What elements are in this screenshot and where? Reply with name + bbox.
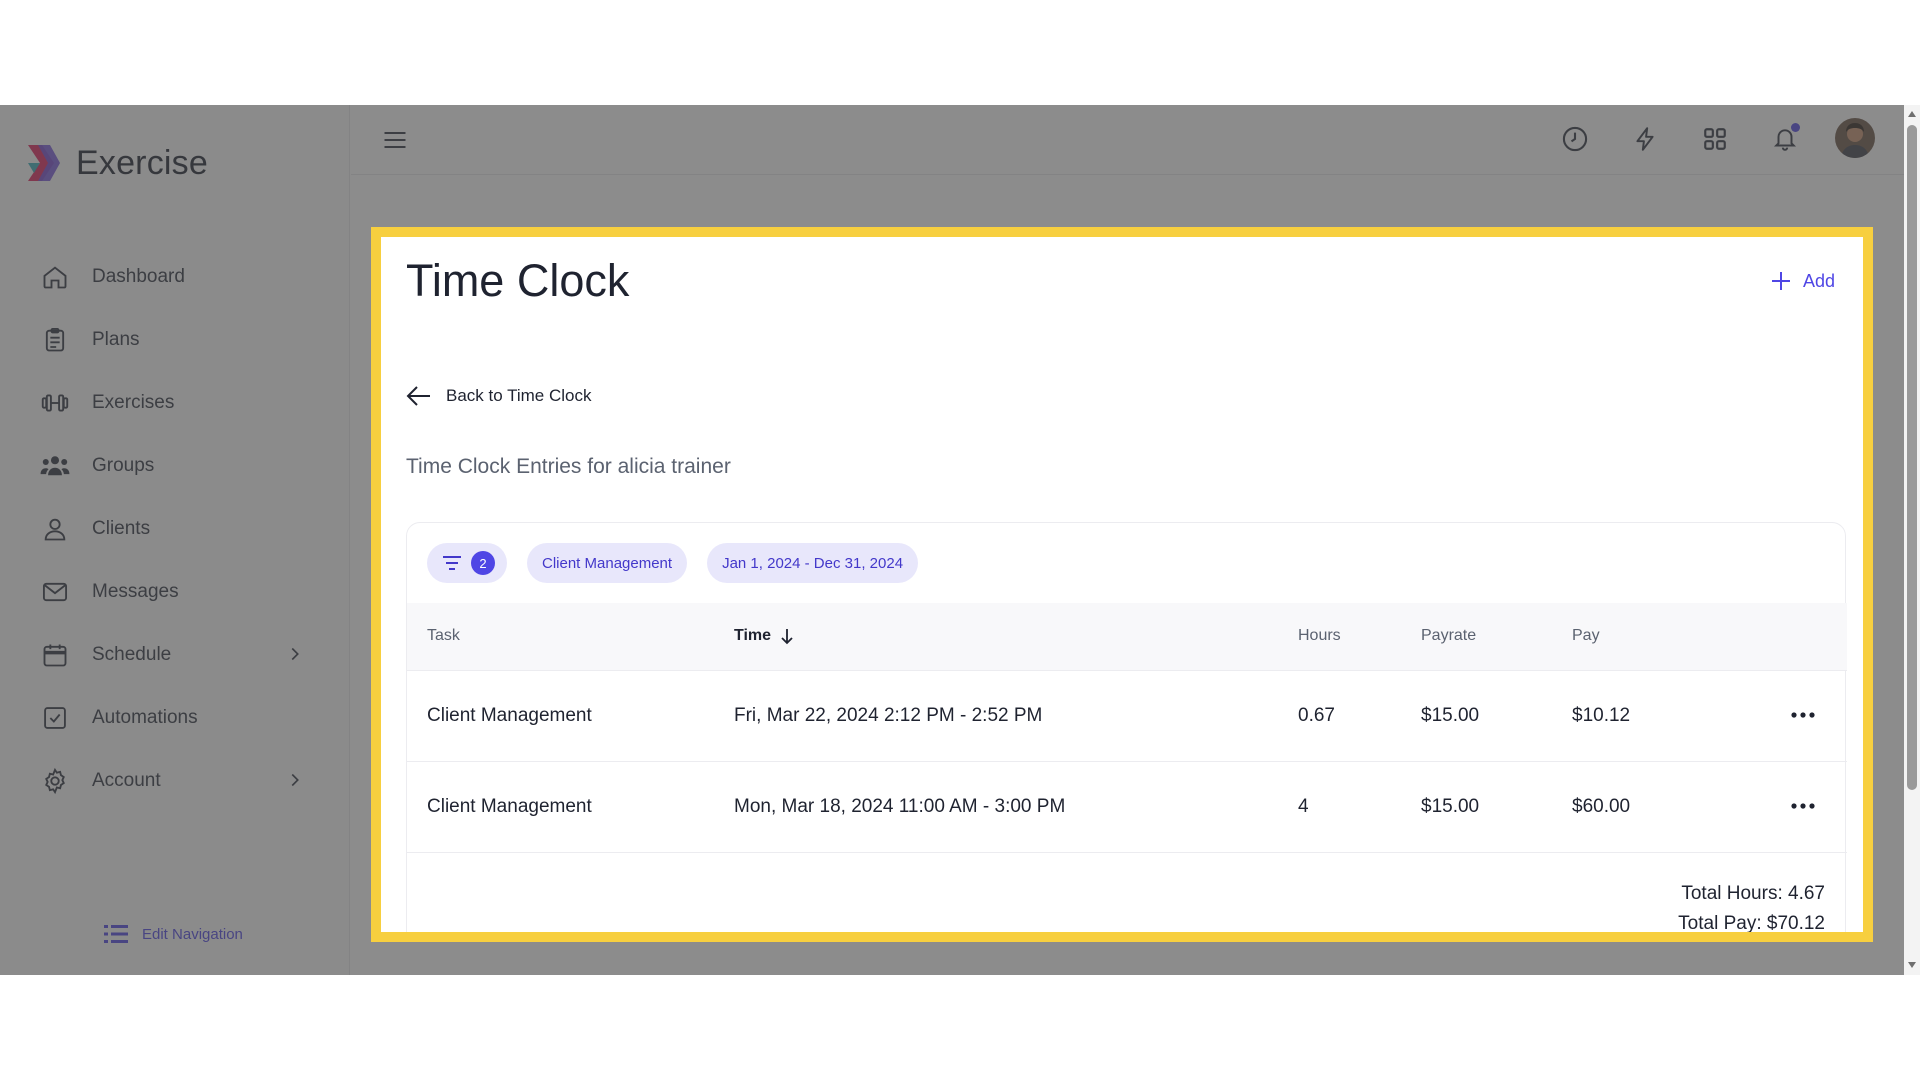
sidebar-item-label: Schedule [92, 643, 172, 665]
sidebar-item-exercises[interactable]: Exercises [0, 371, 350, 434]
bell-icon[interactable] [1769, 123, 1801, 155]
sidebar-item-label: Dashboard [92, 265, 185, 287]
entries-table-card: 2 Client Management Jan 1, 2024 - Dec 31… [406, 522, 1847, 934]
table-header: Task Time Hours Payrate Pay [407, 603, 1847, 671]
column-header-task[interactable]: Task [427, 627, 460, 645]
total-hours: Total Hours: 4.67 [1681, 883, 1825, 904]
sidebar-item-label: Clients [92, 517, 151, 539]
total-pay: Total Pay: $70.12 [1678, 913, 1825, 934]
dumbbell-icon [40, 388, 70, 418]
scrollbar[interactable] [1904, 105, 1920, 975]
checkbox-icon [40, 703, 70, 733]
back-label: Back to Time Clock [446, 386, 592, 405]
list-icon [104, 925, 128, 943]
sidebar-item-plans[interactable]: Plans [0, 308, 350, 371]
clock-icon[interactable] [1559, 123, 1591, 155]
more-options-icon[interactable] [1790, 705, 1816, 725]
cell-hours: 4 [1298, 796, 1309, 817]
sidebar-item-label: Account [92, 769, 161, 791]
column-header-payrate[interactable]: Payrate [1421, 627, 1476, 645]
sidebar-item-label: Groups [92, 454, 155, 476]
filter-count-badge: 2 [471, 551, 495, 575]
topbar [351, 105, 1904, 175]
more-options-icon[interactable] [1790, 796, 1816, 816]
filter-icon [443, 556, 461, 570]
gear-icon [40, 766, 70, 796]
cell-task: Client Management [427, 796, 592, 817]
logo[interactable]: Exercise [24, 143, 208, 183]
users-icon [40, 451, 70, 481]
sort-arrow-down-icon [781, 629, 793, 645]
sidebar-item-schedule[interactable]: Schedule [0, 623, 350, 686]
page-title: Time Clock [406, 255, 630, 306]
chevron-right-icon[interactable] [284, 769, 306, 791]
edit-navigation-label: Edit Navigation [142, 925, 243, 943]
chevron-right-icon[interactable] [284, 643, 306, 665]
app-name: Exercise [76, 143, 208, 182]
table-row[interactable]: Client Management Mon, Mar 18, 2024 11:0… [407, 762, 1847, 853]
column-header-time-label: Time [734, 627, 772, 644]
totals-summary: Total Hours: 4.67 Total Pay: $70.12 [1678, 879, 1825, 934]
add-button[interactable]: Add [1769, 269, 1835, 293]
scroll-up-arrow-icon[interactable] [1907, 109, 1917, 119]
sidebar-item-clients[interactable]: Clients [0, 497, 350, 560]
scrollbar-thumb[interactable] [1907, 125, 1917, 790]
sidebar-item-automations[interactable]: Automations [0, 686, 350, 749]
sidebar-nav: Dashboard Plans Exercises Groups Clients… [0, 245, 350, 812]
column-header-pay[interactable]: Pay [1572, 627, 1600, 645]
lightning-icon[interactable] [1629, 123, 1661, 155]
arrow-left-icon [406, 386, 430, 406]
mail-icon [40, 577, 70, 607]
cell-hours: 0.67 [1298, 705, 1335, 726]
filter-bar: 2 Client Management Jan 1, 2024 - Dec 31… [427, 543, 919, 583]
menu-icon[interactable] [381, 126, 409, 154]
sidebar-item-label: Exercises [92, 391, 175, 413]
notification-dot [1791, 123, 1800, 132]
scroll-down-arrow-icon[interactable] [1907, 960, 1917, 970]
add-label: Add [1802, 270, 1835, 291]
sidebar-item-label: Automations [92, 706, 198, 728]
cell-time: Fri, Mar 22, 2024 2:12 PM - 2:52 PM [734, 705, 1043, 726]
cell-payrate: $15.00 [1421, 796, 1480, 817]
cell-payrate: $15.00 [1421, 705, 1480, 726]
avatar[interactable] [1835, 118, 1875, 158]
column-header-hours[interactable]: Hours [1298, 627, 1341, 645]
filter-button[interactable]: 2 [427, 543, 507, 583]
sidebar-item-groups[interactable]: Groups [0, 434, 350, 497]
logo-icon [28, 145, 60, 181]
column-header-time[interactable]: Time [734, 627, 795, 645]
time-clock-card: Time Clock Add Back to Time Clock Time C… [371, 227, 1873, 942]
cell-task: Client Management [427, 705, 592, 726]
sidebar: Exercise Dashboard Plans Exercises Group… [0, 105, 350, 975]
sidebar-item-dashboard[interactable]: Dashboard [0, 245, 350, 308]
home-icon [40, 262, 70, 292]
filter-chip-date-range[interactable]: Jan 1, 2024 - Dec 31, 2024 [707, 543, 919, 583]
cell-pay: $10.12 [1572, 705, 1631, 726]
edit-navigation-button[interactable]: Edit Navigation [104, 923, 243, 945]
user-icon [40, 514, 70, 544]
sidebar-item-label: Plans [92, 328, 140, 350]
table-row[interactable]: Client Management Fri, Mar 22, 2024 2:12… [407, 671, 1847, 762]
cell-time: Mon, Mar 18, 2024 11:00 AM - 3:00 PM [734, 796, 1066, 817]
plus-icon [1771, 272, 1790, 290]
filter-chip-task[interactable]: Client Management [527, 543, 688, 583]
entries-subtitle: Time Clock Entries for alicia trainer [406, 455, 731, 478]
grid-icon[interactable] [1699, 123, 1731, 155]
cell-pay: $60.00 [1572, 796, 1631, 817]
back-to-time-clock-link[interactable]: Back to Time Clock [406, 385, 592, 407]
clipboard-icon [40, 325, 70, 355]
calendar-icon [40, 640, 70, 670]
sidebar-item-messages[interactable]: Messages [0, 560, 350, 623]
app-window: Exercise Dashboard Plans Exercises Group… [0, 105, 1920, 975]
sidebar-item-account[interactable]: Account [0, 749, 350, 812]
sidebar-item-label: Messages [92, 580, 179, 602]
